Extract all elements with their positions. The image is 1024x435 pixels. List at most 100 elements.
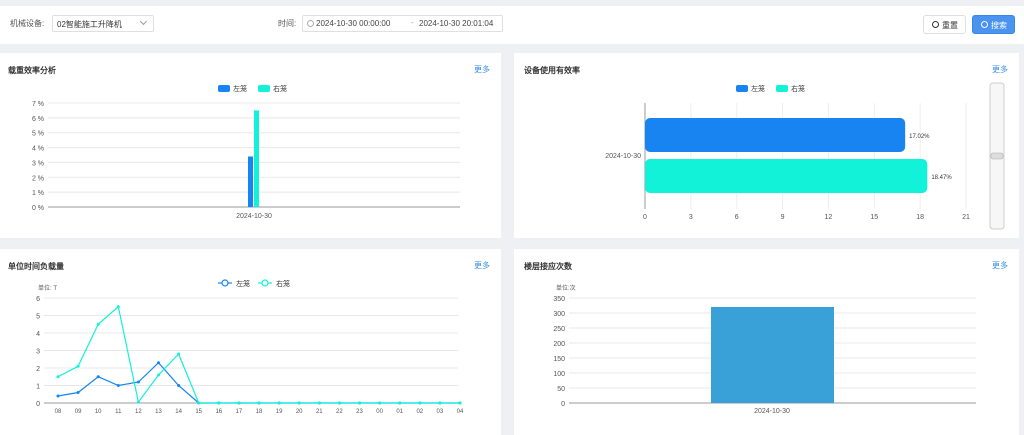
load-efficiency-chart: 左笼 右笼 0 % 1 % 2 % 3 % 4 % 5 % 6 % 7 % 2024-10-30 <box>32 84 460 220</box>
chevron-down-icon <box>139 17 148 26</box>
x-tick-label: 09 <box>75 409 82 415</box>
x-tick-label: 00 <box>376 409 383 415</box>
data-point <box>378 401 382 405</box>
data-point <box>96 322 100 326</box>
x-tick-label: 18 <box>256 409 263 415</box>
x-tick-label: 19 <box>276 409 283 415</box>
x-tick-label: 12 <box>825 214 833 221</box>
data-point <box>136 400 140 404</box>
data-point <box>418 401 422 405</box>
y-tick-label: 7 % <box>32 101 44 108</box>
x-tick-label: 13 <box>155 409 162 415</box>
floor-calls-chart: 单位:次 0 50 100 150 200 250 300 350 2024-10-30 <box>553 284 976 415</box>
device-select[interactable]: 02智能施工升降机 <box>52 15 154 32</box>
usage-efficiency-panel: 设备使用有效率 更多 左笼 右笼 0 3 6 9 12 15 18 21 17.02% 18.47% 2… <box>514 53 1019 238</box>
x-tick-label: 0 <box>643 214 647 221</box>
y-tick-label: 6 % <box>32 116 44 123</box>
x-tick-label: 20 <box>296 409 303 415</box>
legend-label: 左笼 <box>233 84 247 93</box>
y-tick-label: 5 <box>36 314 40 321</box>
x-tick-label: 9 <box>781 214 785 221</box>
x-tick-label: 01 <box>396 409 403 415</box>
x-tick-label: 23 <box>356 409 363 415</box>
data-point <box>317 401 321 405</box>
y-tick-label: 0 <box>36 401 40 408</box>
data-point <box>337 401 341 405</box>
device-select-value: 02智能施工升降机 <box>57 20 122 29</box>
reset-button[interactable]: 重置 <box>923 15 966 34</box>
data-point <box>257 401 261 405</box>
bar-left <box>645 118 906 152</box>
y-tick-label: 300 <box>553 311 565 318</box>
bar-right <box>254 110 259 207</box>
legend-label: 右笼 <box>273 84 287 93</box>
x-tick-label: 3 <box>689 214 693 221</box>
unit-time-load-chart: 左笼 右笼单位: T012345608 09 10 11 12 13 14 15 16 17 18 19… <box>36 279 464 415</box>
load-efficiency-panel: 载重效率分析 更多 左笼 右笼 0 % 1 % 2 % 3 % 4 % 5 % 6 % 7 % 20… <box>0 53 501 238</box>
y-tick-label: 5 % <box>32 131 44 138</box>
unit-label: 单位: T <box>38 284 57 292</box>
x-tick-label: 15 <box>870 214 878 221</box>
search-icon <box>981 21 988 28</box>
y-tick-label: 1 % <box>32 190 44 197</box>
y-tick-label: 150 <box>553 356 565 363</box>
floor-calls-panel: 楼层接应次数 更多 单位:次 0 50 100 150 200 250 300 350 2024-… <box>514 249 1019 435</box>
data-point <box>197 401 201 405</box>
time-label: 时间: <box>278 19 297 28</box>
legend-marker <box>261 279 269 287</box>
data-point <box>136 380 140 384</box>
y-tick-label: 2 % <box>32 175 44 182</box>
data-point <box>277 401 281 405</box>
x-tick-label: 16 <box>215 409 222 415</box>
data-point <box>157 373 160 377</box>
zoom-slider-handle <box>990 152 1004 160</box>
date-end[interactable]: 2024-10-30 20:01:04 <box>419 19 493 28</box>
date-range-picker[interactable]: 2024-10-30 00:00:00 - 2024-10-30 20:01:0… <box>302 15 503 32</box>
y-tick-label: 3 <box>36 349 40 356</box>
legend-label: 右笼 <box>276 279 290 288</box>
y-tick-label: 0 <box>561 401 565 408</box>
y-tick-label: 0 % <box>32 205 44 212</box>
legend-swatch <box>736 85 748 92</box>
y-tick-label: 1 <box>36 384 40 391</box>
x-tick-label: 02 <box>416 409 423 415</box>
data-point <box>76 364 80 368</box>
data-point <box>358 401 361 405</box>
data-point <box>157 361 160 365</box>
y-tick-label: 6 <box>36 296 40 303</box>
date-start[interactable]: 2024-10-30 00:00:00 <box>316 19 390 28</box>
x-tick-label: 04 <box>457 409 464 415</box>
data-point <box>297 401 301 405</box>
date-separator: - <box>411 18 414 27</box>
legend-swatch <box>218 85 230 92</box>
x-tick-label: 15 <box>195 409 202 415</box>
data-point <box>177 352 181 356</box>
x-tick-label: 18 <box>916 214 924 221</box>
y-tick-label: 4 % <box>32 146 44 153</box>
x-tick-label: 2024-10-30 <box>236 213 272 220</box>
unit-label: 单位:次 <box>556 284 576 292</box>
x-tick-label: 6 <box>735 214 739 221</box>
x-tick-label: 10 <box>95 409 102 415</box>
legend-label: 左笼 <box>236 279 250 288</box>
data-point <box>116 305 120 309</box>
legend-marker <box>221 279 229 287</box>
search-button[interactable]: 搜索 <box>972 15 1015 34</box>
data-point <box>398 401 402 405</box>
data-point <box>458 401 462 405</box>
bar-right <box>645 159 928 193</box>
x-tick-label: 21 <box>962 214 970 221</box>
data-label: 17.02% <box>909 134 930 140</box>
bar-left <box>248 156 253 207</box>
data-point <box>217 401 221 405</box>
x-tick-label: 17 <box>236 409 243 415</box>
unit-time-load-panel: 单位时间负载量 更多 左笼 右笼 单位: T 0 1 2 3 4 5 6 08 09 10 11 12 13 1… <box>0 249 501 435</box>
data-point <box>177 384 181 387</box>
series-line-right <box>57 305 460 404</box>
x-tick-label: 14 <box>175 409 182 415</box>
y-tick-label: 50 <box>557 386 565 393</box>
search-label: 搜索 <box>991 21 1007 30</box>
y-tick-label: 200 <box>553 341 565 348</box>
legend-label: 右笼 <box>791 84 805 93</box>
x-tick-label: 12 <box>135 409 142 415</box>
